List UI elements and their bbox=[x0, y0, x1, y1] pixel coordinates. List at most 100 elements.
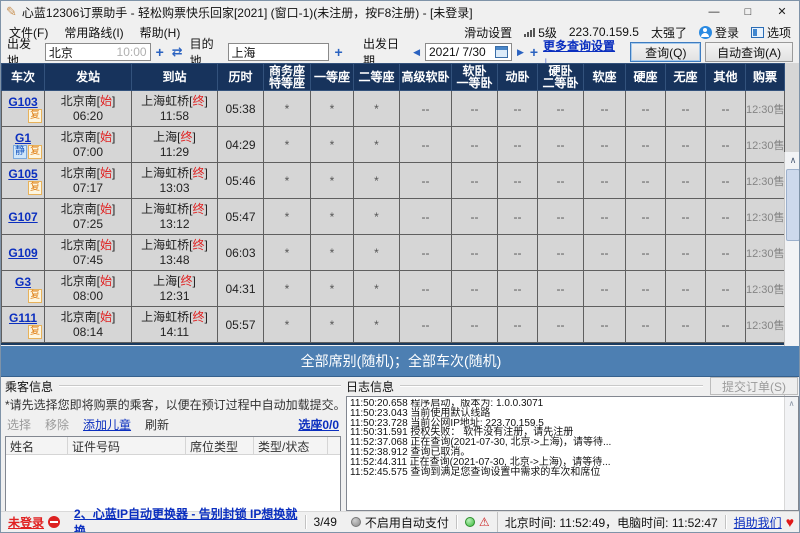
next-day-button[interactable]: ▶ bbox=[516, 47, 525, 58]
add-depart-icon[interactable]: + bbox=[155, 45, 165, 59]
signal-strength-label: 太强了 bbox=[651, 24, 687, 41]
log-scrollbar[interactable]: ∧ ∨ bbox=[784, 397, 798, 510]
train-row[interactable]: G109北京南[始]07:45上海虹桥[终]13:4806:03***-----… bbox=[2, 235, 785, 271]
log-panel-title: 日志信息 bbox=[346, 378, 394, 395]
column-header[interactable]: 硬座 bbox=[626, 64, 666, 91]
column-header[interactable]: 高级软卧 bbox=[400, 64, 452, 91]
prev-day-button[interactable]: ◀ bbox=[412, 47, 421, 58]
slide-setting-button[interactable]: 滑动设置 bbox=[464, 24, 512, 41]
train-badge: 复 bbox=[28, 145, 42, 159]
column-header[interactable]: 软座 bbox=[584, 64, 626, 91]
train-badge: 复 bbox=[28, 181, 42, 195]
column-header[interactable]: 发站 bbox=[45, 64, 132, 91]
train-row[interactable]: G111复北京南[始]08:14上海虹桥[终]14:1105:57***----… bbox=[2, 307, 785, 343]
seat-select-link[interactable]: 选座0/0 bbox=[298, 416, 339, 433]
log-lines: 11:50:20.658 程序启动，版本为: 1.0.0.307111:50:2… bbox=[350, 399, 782, 510]
seat-cell: * bbox=[354, 307, 400, 343]
seat-cell: * bbox=[311, 235, 354, 271]
train-number-link[interactable]: G111 bbox=[9, 311, 37, 325]
train-table: 车次发站到站历时商务座 特等座一等座二等座高级软卧软卧 一等卧动卧硬卧 二等卧软… bbox=[1, 63, 785, 343]
column-header[interactable]: 硬卧 二等卧 bbox=[538, 64, 584, 91]
train-row[interactable]: G107北京南[始]07:25上海虹桥[终]13:1205:47***-----… bbox=[2, 199, 785, 235]
column-header[interactable]: 其他 bbox=[706, 64, 746, 91]
column-header[interactable]: 无座 bbox=[666, 64, 706, 91]
depart-station-cell: 北京南[始]06:20 bbox=[45, 91, 132, 127]
train-number-link[interactable]: G107 bbox=[8, 210, 37, 224]
depart-station-cell: 北京南[始]08:00 bbox=[45, 271, 132, 307]
seat-cell: * bbox=[354, 235, 400, 271]
train-number-link[interactable]: G3 bbox=[15, 275, 31, 289]
seat-cell: -- bbox=[706, 235, 746, 271]
query-counter: 3/49 bbox=[314, 515, 337, 529]
arrive-station-cell: 上海[终]12:31 bbox=[132, 271, 218, 307]
log-scroll-up-icon[interactable]: ∧ bbox=[785, 397, 798, 410]
seat-cell: -- bbox=[706, 307, 746, 343]
refresh-button[interactable]: 刷新 bbox=[145, 416, 169, 433]
seat-cell: -- bbox=[706, 91, 746, 127]
table-header-row: 车次发站到站历时商务座 特等座一等座二等座高级软卧软卧 一等卧动卧硬卧 二等卧软… bbox=[2, 64, 785, 91]
column-header[interactable]: 历时 bbox=[218, 64, 264, 91]
buy-time-cell: 12:30售 bbox=[746, 163, 785, 199]
login-button[interactable]: 登录 bbox=[699, 24, 739, 41]
train-row[interactable]: G3复北京南[始]08:00上海[终]12:3104:31***--------… bbox=[2, 271, 785, 307]
slide-setting-label: 滑动设置 bbox=[464, 24, 512, 41]
train-row[interactable]: G1静复北京南[始]07:00上海[终]11:2904:29***-------… bbox=[2, 127, 785, 163]
train-number-link[interactable]: G109 bbox=[8, 246, 37, 260]
passenger-note: *请先选择您即将购票的乘客，以便在预订过程中自动加载提交。 bbox=[5, 396, 341, 413]
train-row[interactable]: G103复北京南[始]06:20上海虹桥[终]11:5805:38***----… bbox=[2, 91, 785, 127]
add-date-icon[interactable]: + bbox=[529, 45, 539, 59]
add-dest-icon[interactable]: + bbox=[333, 45, 343, 59]
seat-cell: -- bbox=[498, 271, 538, 307]
column-header[interactable]: 购票 bbox=[746, 64, 785, 91]
train-number-link[interactable]: G105 bbox=[8, 167, 37, 181]
passenger-column-header[interactable]: 类型/状态 bbox=[254, 437, 328, 454]
select-passenger-button[interactable]: 选择 bbox=[7, 416, 31, 433]
dest-input[interactable]: 上海 bbox=[228, 43, 330, 61]
swap-stations-icon[interactable]: ⇄ bbox=[169, 44, 186, 60]
column-header[interactable]: 到站 bbox=[132, 64, 218, 91]
log-box: 11:50:20.658 程序启动，版本为: 1.0.0.307111:50:2… bbox=[346, 396, 799, 511]
train-badge: 静 bbox=[13, 145, 27, 159]
seat-cell: -- bbox=[400, 127, 452, 163]
passenger-column-header[interactable]: 姓名 bbox=[6, 437, 68, 454]
maximize-button[interactable]: □ bbox=[731, 1, 765, 23]
column-header[interactable]: 二等座 bbox=[354, 64, 400, 91]
date-input[interactable]: 2021/ 7/30 bbox=[425, 43, 512, 61]
train-row[interactable]: G105复北京南[始]07:17上海虹桥[终]13:0305:46***----… bbox=[2, 163, 785, 199]
menu-item[interactable]: 帮助(H) bbox=[140, 26, 181, 40]
seat-cell: -- bbox=[498, 307, 538, 343]
calendar-icon[interactable] bbox=[495, 46, 508, 58]
seat-cell: -- bbox=[538, 307, 584, 343]
column-header[interactable]: 一等座 bbox=[311, 64, 354, 91]
menu-item[interactable]: 常用路线(I) bbox=[64, 26, 123, 40]
remove-passenger-button[interactable]: 移除 bbox=[45, 416, 69, 433]
seat-cell: * bbox=[311, 199, 354, 235]
minimize-button[interactable]: — bbox=[697, 1, 731, 23]
column-header[interactable]: 软卧 一等卧 bbox=[452, 64, 498, 91]
query-button[interactable]: 查询(Q) bbox=[630, 42, 701, 62]
train-number-link[interactable]: G1 bbox=[15, 131, 31, 145]
train-number-link[interactable]: G103 bbox=[8, 95, 37, 109]
seat-cell: -- bbox=[706, 127, 746, 163]
add-child-link[interactable]: 添加儿童 bbox=[83, 416, 131, 433]
options-button[interactable]: 选项 bbox=[751, 24, 791, 41]
divider bbox=[59, 385, 341, 387]
column-header[interactable]: 商务座 特等座 bbox=[264, 64, 311, 91]
login-status-link[interactable]: 未登录 bbox=[8, 514, 44, 531]
scroll-up-icon[interactable]: ∧ bbox=[785, 152, 800, 169]
close-button[interactable]: ✕ bbox=[765, 1, 799, 23]
depart-input[interactable]: 北京 10:00 bbox=[45, 43, 151, 61]
donate-link[interactable]: 捐助我们 bbox=[734, 514, 782, 531]
column-header[interactable]: 车次 bbox=[2, 64, 45, 91]
passenger-column-header[interactable]: 席位类型 bbox=[186, 437, 254, 454]
depart-station-cell: 北京南[始]07:25 bbox=[45, 199, 132, 235]
seat-cell: -- bbox=[584, 91, 626, 127]
scrollbar-thumb[interactable] bbox=[786, 169, 800, 241]
passenger-column-header[interactable]: 证件号码 bbox=[68, 437, 186, 454]
train-badge: 复 bbox=[28, 109, 42, 123]
seat-cell: -- bbox=[706, 163, 746, 199]
auto-query-button[interactable]: 自动查询(A) bbox=[705, 42, 793, 62]
column-header[interactable]: 动卧 bbox=[498, 64, 538, 91]
ip-changer-ad-link[interactable]: 2、心蓝IP自动更换器 - 告别封锁 IP想换就换 bbox=[74, 505, 298, 533]
submit-order-button[interactable]: 提交订单(S) bbox=[710, 377, 798, 395]
